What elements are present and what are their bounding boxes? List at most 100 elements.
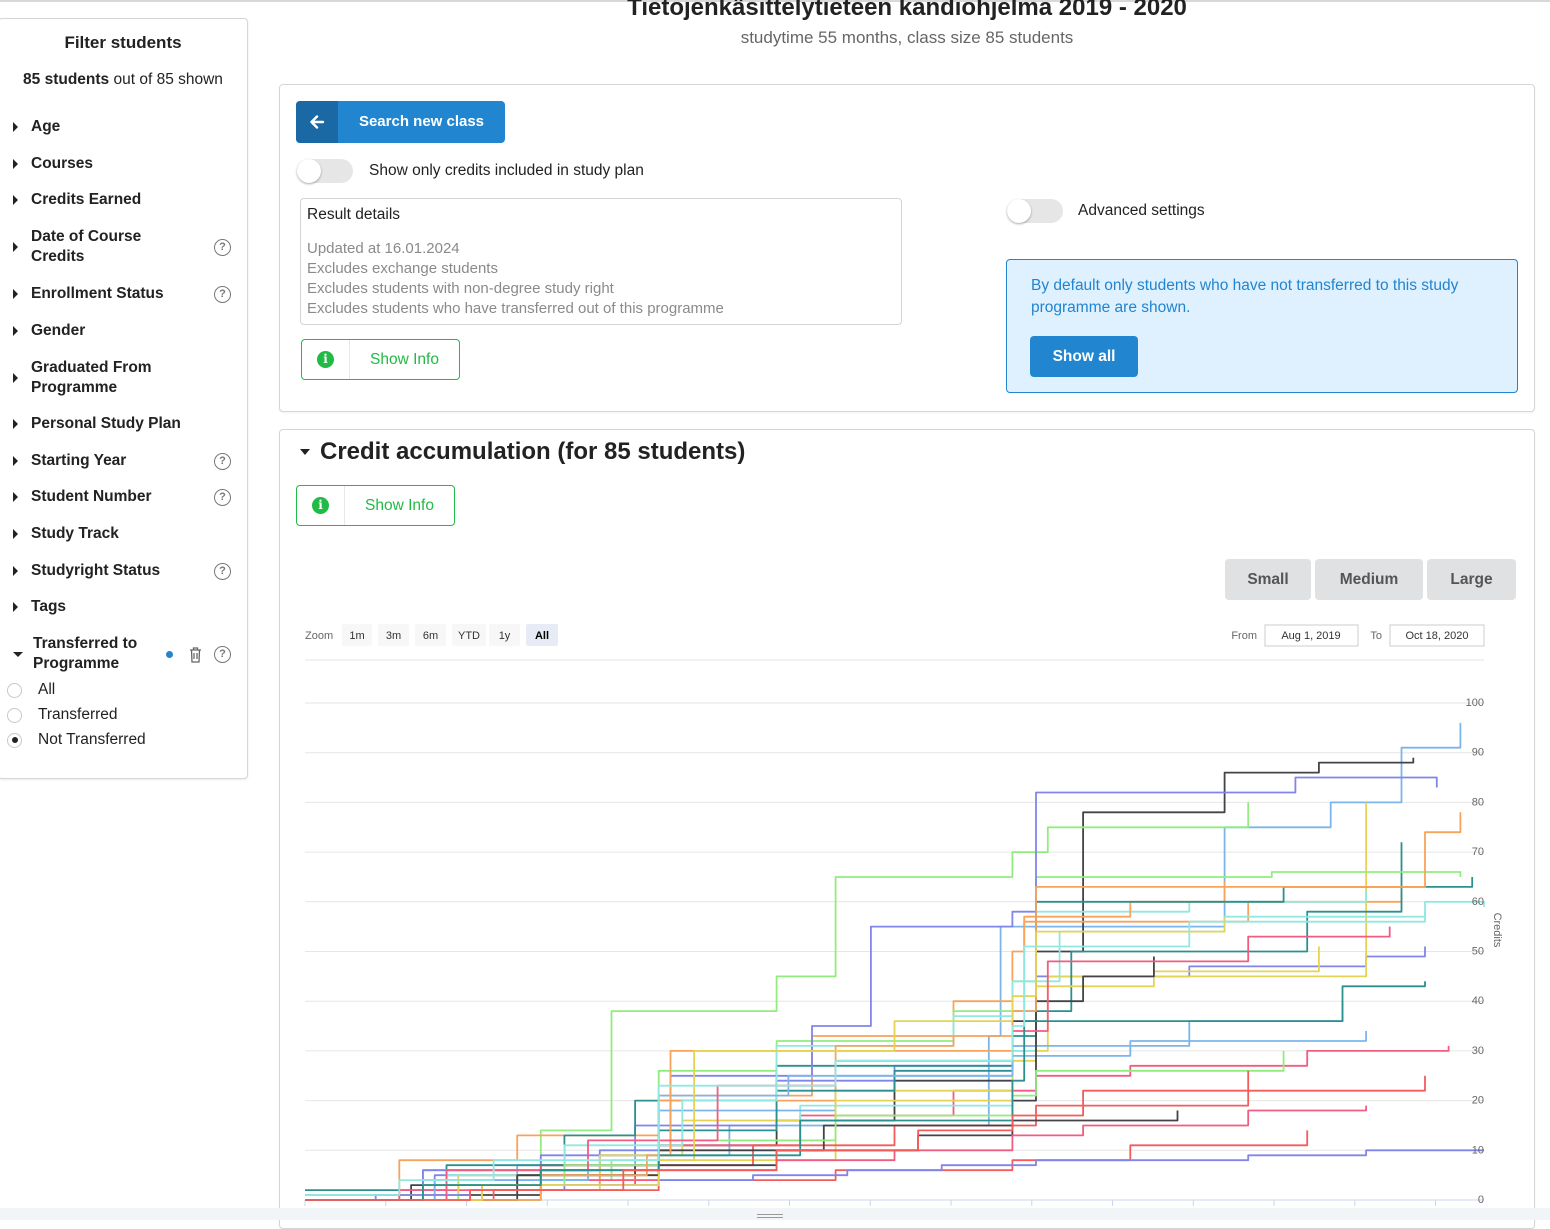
caret-right-icon	[13, 159, 18, 169]
to-date-value: Oct 18, 2020	[1406, 630, 1469, 642]
zoom-button-label: 3m	[386, 630, 401, 642]
filter-label: Studyright Status	[31, 562, 161, 579]
credit-show-info-button[interactable]: i Show Info	[296, 485, 455, 526]
study-plan-toggle[interactable]	[297, 159, 353, 183]
info-icon: i	[312, 497, 329, 514]
filter-age[interactable]: Age	[13, 117, 239, 137]
help-icon[interactable]: ?	[214, 488, 231, 506]
student-count-bold: 85 students	[23, 71, 110, 88]
caret-right-icon	[13, 122, 18, 132]
filter-date-of-course-credits[interactable]: Date of Course Credits?	[13, 227, 239, 267]
filter-label: Graduated From Programme	[31, 359, 152, 396]
size-large-button[interactable]: Large	[1427, 559, 1516, 600]
filter-student-number[interactable]: Student Number?	[13, 487, 239, 507]
show-all-button[interactable]: Show all	[1030, 336, 1138, 377]
from-label: From	[1231, 630, 1257, 642]
page-title: Tietojenkäsittelytieteen kandiohjelma 20…	[627, 0, 1187, 21]
radio-label: All	[38, 681, 56, 698]
radio-button[interactable]	[7, 732, 22, 748]
caret-right-icon	[13, 242, 18, 252]
radio-button[interactable]	[7, 707, 22, 723]
filter-label: Student Number	[31, 488, 152, 505]
info-icon: i	[317, 351, 334, 368]
filter-tags[interactable]: Tags	[13, 597, 239, 617]
filter-study-track[interactable]: Study Track	[13, 524, 239, 544]
filter-label: Credits Earned	[31, 191, 142, 208]
help-icon[interactable]: ?	[214, 452, 231, 470]
filter-label: Starting Year	[31, 452, 127, 469]
result-detail-line: Updated at 16.01.2024	[307, 240, 460, 257]
filter-label: Personal Study Plan	[31, 415, 181, 432]
caret-right-icon	[13, 492, 18, 502]
info-message: By default only students who have not tr…	[1006, 259, 1518, 393]
credit-accumulation-card: Credit accumulation (for 85 students) i …	[279, 429, 1535, 1229]
filter-label: Gender	[31, 322, 86, 339]
filter-label: Transferred to Programme	[33, 635, 138, 672]
result-detail-line: Excludes exchange students	[307, 260, 498, 277]
radio-transferred[interactable]: Transferred	[7, 706, 118, 724]
credit-show-info-label: Show Info	[365, 497, 434, 514]
size-small-button[interactable]: Small	[1225, 559, 1311, 600]
caret-right-icon	[13, 602, 18, 612]
advanced-settings-label: Advanced settings	[1078, 202, 1205, 219]
size-medium-button[interactable]: Medium	[1315, 559, 1423, 600]
help-icon[interactable]: ?	[214, 238, 231, 256]
radio-all[interactable]: All	[7, 681, 55, 699]
caret-right-icon	[13, 419, 18, 429]
credit-accumulation-title: Credit accumulation (for 85 students)	[320, 438, 746, 465]
help-icon[interactable]: ?	[214, 645, 231, 663]
filter-credits-earned[interactable]: Credits Earned	[13, 190, 239, 210]
caret-right-icon	[13, 456, 18, 466]
show-info-label: Show Info	[370, 351, 439, 368]
search-new-class-label: Search new class	[358, 113, 485, 130]
student-count: 85 students out of 85 shown	[0, 71, 247, 89]
radio-label: Transferred	[38, 706, 118, 723]
from-date-value: Aug 1, 2019	[1281, 630, 1340, 642]
filter-transferred-to-programme[interactable]: Transferred to Programme?	[13, 634, 239, 674]
study-plan-toggle-label: Show only credits included in study plan	[369, 162, 644, 179]
result-details-title: Result details	[307, 206, 401, 223]
filter-label: Courses	[31, 155, 94, 172]
sidebar-title: Filter students	[64, 33, 182, 52]
filter-label: Study Track	[31, 525, 119, 542]
zoom-button-label: All	[535, 630, 549, 642]
student-count-rest: out of 85 shown	[109, 71, 223, 88]
zoom-button-label: 6m	[423, 630, 438, 642]
caret-right-icon	[13, 373, 18, 383]
filter-enrollment-status[interactable]: Enrollment Status?	[13, 284, 239, 304]
trash-icon[interactable]	[188, 646, 203, 663]
advanced-settings-toggle[interactable]	[1007, 199, 1063, 223]
help-icon[interactable]: ?	[214, 562, 231, 580]
to-label: To	[1370, 630, 1382, 642]
result-detail-line: Excludes students with non-degree study …	[307, 280, 614, 297]
zoom-label: Zoom	[305, 630, 333, 642]
zoom-button-label: YTD	[458, 630, 480, 642]
filter-gender[interactable]: Gender	[13, 321, 239, 341]
filter-courses[interactable]: Courses	[13, 154, 239, 174]
radio-label: Not Transferred	[38, 731, 146, 748]
filter-personal-study-plan[interactable]: Personal Study Plan	[13, 414, 239, 434]
filter-label: Date of Course Credits	[31, 228, 142, 265]
filter-sidebar: Filter students 85 students out of 85 sh…	[0, 18, 248, 779]
credit-accumulation-heading[interactable]: Credit accumulation (for 85 students)	[300, 438, 745, 466]
filter-label: Enrollment Status	[31, 285, 164, 302]
filter-starting-year[interactable]: Starting Year?	[13, 451, 239, 471]
caret-right-icon	[13, 566, 18, 576]
radio-not-transferred[interactable]: Not Transferred	[7, 731, 146, 749]
controls-card: Search new class Show only credits inclu…	[279, 84, 1535, 412]
show-info-button[interactable]: i Show Info	[301, 339, 460, 380]
caret-right-icon	[13, 289, 18, 299]
drag-handle-icon[interactable]	[757, 1214, 783, 1218]
filter-label: Age	[31, 118, 61, 135]
radio-button[interactable]	[7, 682, 22, 698]
caret-right-icon	[13, 529, 18, 539]
caret-down-icon	[13, 651, 23, 657]
caret-right-icon	[13, 195, 18, 205]
filter-studyright-status[interactable]: Studyright Status?	[13, 561, 239, 581]
help-icon[interactable]: ?	[214, 285, 231, 303]
filter-graduated-from-programme[interactable]: Graduated From Programme	[13, 358, 239, 398]
result-detail-line: Excludes students who have transferred o…	[307, 300, 724, 317]
search-new-class-button[interactable]: Search new class	[296, 101, 505, 143]
arrow-left-icon	[296, 101, 338, 143]
filter-label: Tags	[31, 598, 67, 615]
